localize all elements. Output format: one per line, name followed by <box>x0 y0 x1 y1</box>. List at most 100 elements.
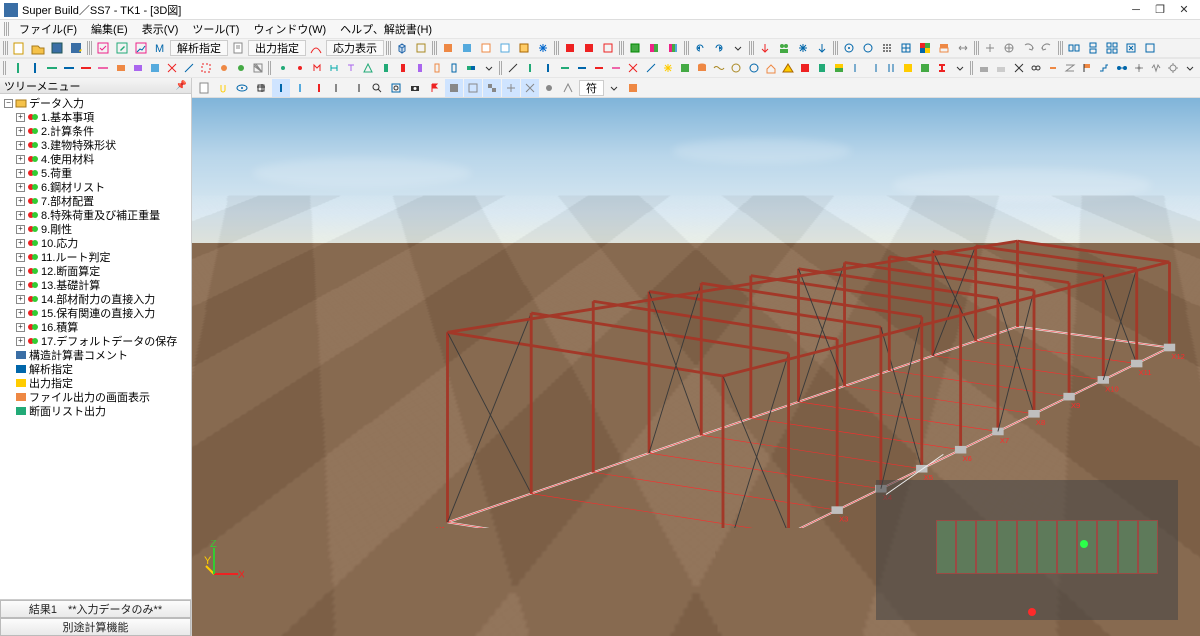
gear-icon[interactable] <box>1165 59 1181 77</box>
palette-icon[interactable] <box>916 39 934 57</box>
view-e-icon[interactable] <box>515 39 533 57</box>
steps-icon[interactable] <box>1096 59 1112 77</box>
menu-edit[interactable]: 編集(E) <box>85 20 134 38</box>
stress-icon[interactable] <box>307 39 325 57</box>
minimize-button[interactable]: ─ <box>1124 1 1148 19</box>
tree-item[interactable]: +8.特殊荷重及び補正重量 <box>0 208 191 222</box>
box-dash-icon[interactable] <box>198 59 214 77</box>
tree-extra[interactable]: ファイル出力の画面表示 <box>0 390 191 404</box>
tree-root[interactable]: − データ入力 <box>0 96 191 110</box>
expand-icon[interactable]: + <box>16 169 25 178</box>
pin-icon[interactable]: 📌 <box>176 80 187 91</box>
redo-icon[interactable] <box>710 39 728 57</box>
vp-iblue2-icon[interactable] <box>291 79 309 97</box>
slab-icon[interactable] <box>112 59 128 77</box>
vp-t4-icon[interactable] <box>502 79 520 97</box>
warn-icon[interactable] <box>780 59 796 77</box>
star-y-icon[interactable] <box>660 59 676 77</box>
tree-item[interactable]: +15.保有関連の直接入力 <box>0 306 191 320</box>
beam-pink-icon[interactable] <box>95 59 111 77</box>
tree-item[interactable]: +2.計算条件 <box>0 124 191 138</box>
bar-b-icon[interactable] <box>446 59 462 77</box>
cube-icon[interactable] <box>393 39 411 57</box>
pt-t-icon[interactable] <box>343 59 359 77</box>
tree-item[interactable]: +11.ルート判定 <box>0 250 191 264</box>
layout-h-icon[interactable] <box>1065 39 1083 57</box>
house-icon[interactable] <box>763 59 779 77</box>
slab2-icon[interactable] <box>130 59 146 77</box>
menu-tool[interactable]: ツール(T) <box>186 20 245 38</box>
tree-extra[interactable]: 断面リスト出力 <box>0 404 191 418</box>
saveas-icon[interactable] <box>67 39 85 57</box>
close-button[interactable]: ✕ <box>1172 1 1196 19</box>
line-bm-r-icon[interactable] <box>591 59 607 77</box>
menu-help[interactable]: ヘルプ、解説書(H) <box>334 20 438 38</box>
style-red-icon[interactable] <box>580 39 598 57</box>
expand-icon[interactable]: + <box>16 183 25 192</box>
result-button[interactable]: 結果1 **入力データのみ** <box>0 600 191 618</box>
tree-item[interactable]: +10.応力 <box>0 236 191 250</box>
beam-red-icon[interactable] <box>78 59 94 77</box>
tree-item[interactable]: +1.基本事項 <box>0 110 191 124</box>
flag-icon[interactable] <box>1079 59 1095 77</box>
vp-t2-icon[interactable] <box>464 79 482 97</box>
dbl-icon[interactable] <box>883 59 899 77</box>
check-icon[interactable] <box>94 39 112 57</box>
wall-g-icon[interactable] <box>677 59 693 77</box>
cross-icon[interactable] <box>1010 59 1026 77</box>
view-c-icon[interactable] <box>477 39 495 57</box>
grid-icon[interactable] <box>897 39 915 57</box>
dot-green-icon[interactable] <box>233 59 249 77</box>
rotate-cw-icon[interactable] <box>1019 39 1037 57</box>
expand-icon[interactable]: + <box>16 267 25 276</box>
view-a-icon[interactable] <box>439 39 457 57</box>
expand-icon[interactable]: + <box>16 155 25 164</box>
bar-p-icon[interactable] <box>412 59 428 77</box>
ring-b-icon[interactable] <box>745 59 761 77</box>
ortho-icon[interactable] <box>534 39 552 57</box>
expand-icon[interactable] <box>1141 39 1159 57</box>
pt-green-icon[interactable] <box>274 59 290 77</box>
menu-view[interactable]: 表示(V) <box>136 20 185 38</box>
expand-icon[interactable]: + <box>16 225 25 234</box>
vp-zoom-icon[interactable] <box>368 79 386 97</box>
open-icon[interactable] <box>29 39 47 57</box>
rotate-ccw-icon[interactable] <box>1038 39 1056 57</box>
stress-label-button[interactable]: 応力表示 <box>326 40 384 56</box>
edit-icon[interactable] <box>113 39 131 57</box>
layout-v-icon[interactable] <box>1084 39 1102 57</box>
asterisk-icon[interactable] <box>794 39 812 57</box>
circle-icon[interactable] <box>859 39 877 57</box>
spring-icon[interactable] <box>1148 59 1164 77</box>
tree-item[interactable]: +9.剛性 <box>0 222 191 236</box>
undo-icon[interactable] <box>691 39 709 57</box>
vp-ired-icon[interactable] <box>310 79 328 97</box>
menu-window[interactable]: ウィンドウ(W) <box>247 20 332 38</box>
seat-icon[interactable] <box>976 59 992 77</box>
tree-item[interactable]: +14.部材耐力の直接入力 <box>0 292 191 306</box>
diag-b2-icon[interactable] <box>642 59 658 77</box>
expand-icon[interactable]: + <box>16 197 25 206</box>
line-col-b-icon[interactable] <box>539 59 555 77</box>
view-b-icon[interactable] <box>458 39 476 57</box>
panel-r-icon[interactable] <box>797 59 813 77</box>
bar-r-icon[interactable] <box>395 59 411 77</box>
connect-icon[interactable] <box>1114 59 1130 77</box>
tree-extra[interactable]: 解析指定 <box>0 362 191 376</box>
pt-triangle-icon[interactable] <box>360 59 376 77</box>
tree-item[interactable]: +17.デフォルトデータの保存 <box>0 334 191 348</box>
tree[interactable]: − データ入力 +1.基本事項+2.計算条件+3.建物特殊形状+4.使用材料+5… <box>0 94 191 599</box>
x-red-icon[interactable] <box>164 59 180 77</box>
cyl-icon[interactable] <box>694 59 710 77</box>
line-bm-p-icon[interactable] <box>608 59 624 77</box>
col-green-icon[interactable] <box>9 59 25 77</box>
analysis-label-button[interactable]: 解析指定 <box>170 40 228 56</box>
style-hollow-icon[interactable] <box>599 39 617 57</box>
dropdown-icon[interactable] <box>729 39 747 57</box>
vp-fit-icon[interactable] <box>387 79 405 97</box>
chain-icon[interactable] <box>1045 59 1061 77</box>
expand-icon[interactable]: + <box>16 113 25 122</box>
half-y-icon[interactable] <box>831 59 847 77</box>
vp-hand-icon[interactable] <box>214 79 232 97</box>
vp-doc-icon[interactable] <box>195 79 213 97</box>
